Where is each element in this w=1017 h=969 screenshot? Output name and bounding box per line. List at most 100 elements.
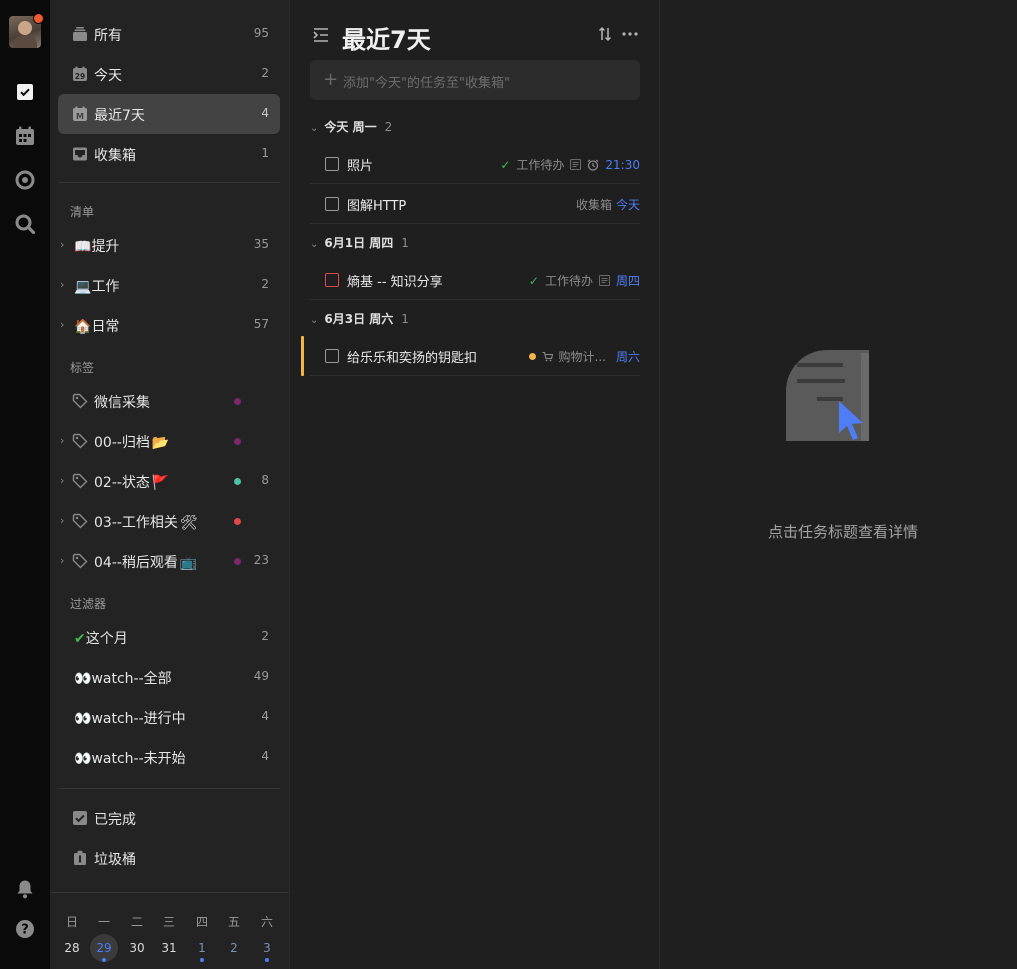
left-rail: ? [0, 0, 50, 969]
sidebar-tag-item[interactable]: › 00--归档 📂 [58, 421, 280, 461]
sidebar-item-count: 57 [253, 317, 269, 331]
task-due-date[interactable]: 21:30 [605, 158, 640, 172]
calendar-day[interactable]: 3 [251, 941, 283, 955]
chevron-right-icon[interactable]: › [60, 278, 64, 291]
sidebar-item-trash[interactable]: 垃圾桶 [58, 838, 280, 878]
sidebar-tag-item[interactable]: › 03--工作相关 🛠 [58, 501, 280, 541]
task-row[interactable]: 照片 ✓ 工作待办 21:30 [310, 144, 640, 184]
sidebar-tag-item[interactable]: › 04--稍后观看 📺 23 [58, 541, 280, 581]
task-title[interactable]: 给乐乐和奕扬的钥匙扣 [347, 347, 477, 366]
add-task-placeholder: 添加"今天"的任务至"收集箱" [343, 76, 510, 91]
sidebar-item-next-7-days[interactable]: M 最近7天 4 [58, 94, 280, 134]
notification-bell-icon[interactable] [14, 878, 36, 900]
chevron-right-icon[interactable]: › [60, 238, 64, 251]
sidebar-item-label: 这个月 [85, 631, 128, 647]
chevron-right-icon[interactable]: › [60, 514, 64, 527]
sidebar-item-all[interactable]: 所有 95 [58, 14, 280, 54]
tag-color-dot [234, 478, 241, 485]
chevron-right-icon[interactable]: › [60, 474, 64, 487]
task-due-date[interactable]: 周六 [616, 348, 640, 365]
task-row[interactable]: 熵基 -- 知识分享 ✓ 工作待办 周四 [310, 260, 640, 300]
sidebar-item-count: 23 [253, 553, 269, 567]
search-icon[interactable] [14, 213, 36, 235]
sidebar-list-item[interactable]: › 🏠日常 57 [58, 305, 280, 345]
date-group-header[interactable]: ⌄ 6月1日 周四 1 [310, 234, 409, 254]
list-color-dot [528, 353, 536, 360]
task-checkbox[interactable] [325, 349, 339, 363]
task-due-date[interactable]: 周四 [616, 272, 640, 289]
chevron-right-icon[interactable]: › [60, 318, 64, 331]
calendar-day[interactable]: 30 [121, 941, 153, 955]
sidebar-item-today[interactable]: 29 今天 2 [58, 54, 280, 94]
calendar-day[interactable]: 28 [56, 941, 88, 955]
completed-check-icon [73, 811, 87, 825]
task-detail-panel: 点击任务标题查看详情 [661, 0, 1017, 969]
svg-text:M: M [76, 112, 84, 121]
task-title[interactable]: 照片 [347, 155, 373, 174]
weekday-label: 三 [162, 915, 175, 929]
task-row[interactable]: 图解HTTP 收集箱 今天 [310, 184, 640, 224]
sidebar-tag-item[interactable]: › 02--状态 🚩 8 [58, 461, 280, 501]
help-icon[interactable]: ? [14, 918, 36, 940]
focus-icon[interactable] [14, 169, 36, 191]
task-checkbox[interactable] [325, 197, 339, 211]
today-calendar-icon: 29 [73, 66, 87, 81]
calendar-day-today[interactable]: 29 [88, 941, 120, 955]
sidebar-item-label: watch--未开始 [91, 751, 186, 767]
task-title[interactable]: 图解HTTP [347, 195, 406, 214]
sidebar-item-label: 02--状态 [94, 475, 150, 491]
sidebar-filter-item[interactable]: 👀watch--全部 49 [58, 657, 280, 697]
sidebar-filter-item[interactable]: ✔这个月 2 [58, 617, 280, 657]
date-group-header[interactable]: ⌄ 6月3日 周六 1 [310, 310, 409, 330]
tag-icon [72, 393, 88, 409]
tag-emoji: 📂 [151, 435, 170, 451]
sidebar-list-item[interactable]: › 📖提升 35 [58, 225, 280, 265]
chevron-down-icon: ⌄ [310, 239, 319, 250]
tag-emoji: 🚩 [151, 475, 170, 491]
sidebar-list-item[interactable]: › 💻工作 2 [58, 265, 280, 305]
more-options-icon[interactable] [621, 26, 639, 42]
app: ? 所有 95 29 今天 2 M 最近7天 4 收集箱 1 清单 › 📖提升 … [0, 0, 1017, 969]
sidebar-filter-item[interactable]: 👀watch--进行中 4 [58, 697, 280, 737]
sidebar-item-count: 4 [261, 106, 269, 120]
date-group-count: 2 [384, 120, 393, 134]
task-list-panel: 最近7天 + 添加"今天"的任务至"收集箱" ⌄ 今天 周一 2 照片 ✓ 工作待办… [290, 0, 660, 969]
task-checkbox-high-priority[interactable] [325, 273, 339, 287]
sidebar-item-count: 2 [261, 66, 269, 80]
calendar-day[interactable]: 1 [186, 941, 218, 955]
chevron-down-icon: ⌄ [310, 123, 319, 134]
sidebar-toggle-icon[interactable] [312, 26, 330, 44]
task-due-date[interactable]: 今天 [616, 196, 640, 213]
chevron-down-icon: ⌄ [310, 315, 319, 326]
chevron-right-icon[interactable]: › [60, 434, 64, 447]
sidebar-item-label: 最近7天 [94, 108, 145, 124]
sort-icon[interactable] [597, 26, 613, 42]
alarm-icon [588, 159, 599, 171]
add-task-input[interactable]: + 添加"今天"的任务至"收集箱" [310, 60, 640, 100]
sidebar-item-count: 95 [253, 26, 269, 40]
task-title[interactable]: 熵基 -- 知识分享 [347, 271, 443, 290]
calendar-day[interactable]: 31 [153, 941, 185, 955]
sidebar-tag-item[interactable]: 微信采集 [58, 381, 280, 421]
eyes-icon: 👀 [74, 751, 92, 767]
eyes-icon: 👀 [74, 671, 92, 687]
task-checkbox[interactable] [325, 157, 339, 171]
chevron-right-icon[interactable]: › [60, 554, 64, 567]
date-group-header[interactable]: ⌄ 今天 周一 2 [310, 118, 392, 138]
sidebar-filter-item[interactable]: 👀watch--未开始 4 [58, 737, 280, 777]
calendar-day[interactable]: 2 [218, 941, 250, 955]
task-row[interactable]: 给乐乐和奕扬的钥匙扣 购物计... 周六 [310, 336, 640, 376]
sidebar-item-count: 4 [261, 709, 269, 723]
sidebar-item-label: 微信采集 [94, 395, 150, 411]
tag-icon [72, 553, 88, 569]
plus-icon: + [323, 69, 339, 90]
calendar-icon[interactable] [14, 125, 36, 147]
page-title: 最近7天 [342, 26, 431, 54]
sidebar-divider [58, 182, 280, 183]
tasks-icon[interactable] [14, 81, 36, 103]
all-tasks-icon [73, 27, 87, 41]
sidebar-item-completed[interactable]: 已完成 [58, 798, 280, 838]
sidebar-item-label: 今天 [94, 68, 122, 84]
sidebar-divider [58, 788, 280, 789]
sidebar-item-inbox[interactable]: 收集箱 1 [58, 134, 280, 174]
